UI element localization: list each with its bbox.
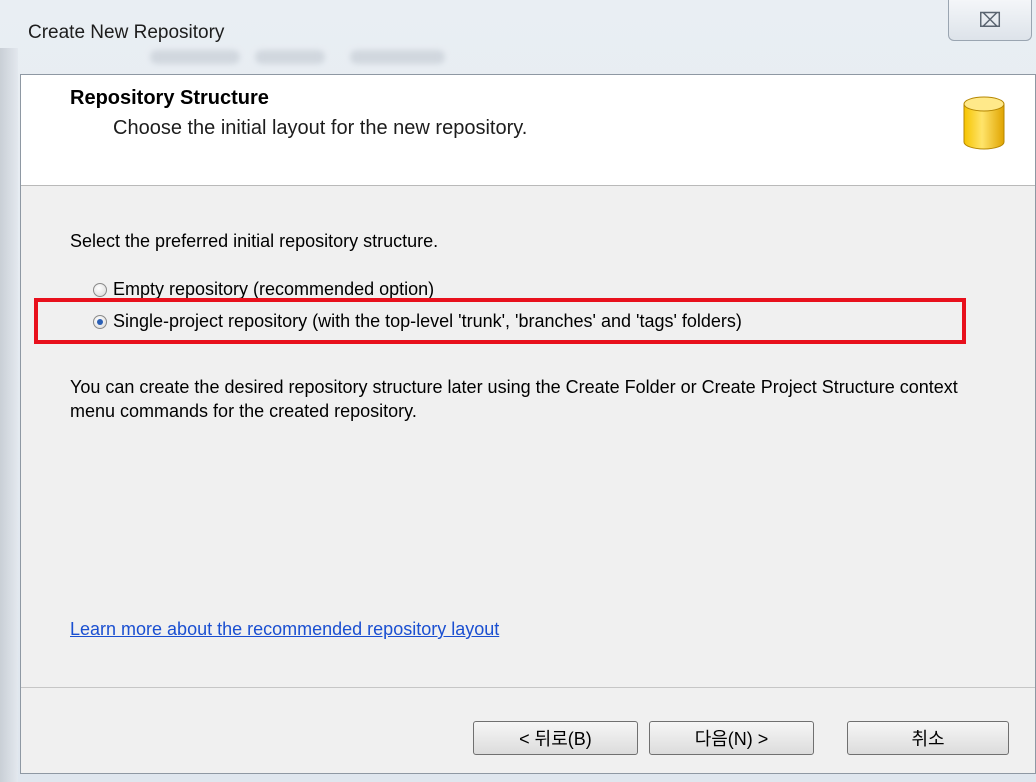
database-icon (963, 96, 1005, 150)
close-button[interactable]: ⌧ (948, 0, 1032, 41)
page-subtitle: Choose the initial layout for the new re… (113, 117, 528, 139)
learn-more-link[interactable]: Learn more about the recommended reposit… (70, 619, 499, 640)
radio-label: Single-project repository (with the top-… (113, 311, 742, 331)
next-button[interactable]: 다음(N) > (649, 721, 814, 755)
radio-label: Empty repository (recommended option) (113, 279, 435, 299)
wizard-header: Repository Structure Choose the initial … (21, 75, 1035, 186)
structure-note: You can create the desired repository st… (70, 377, 958, 421)
structure-prompt: Select the preferred initial repository … (70, 231, 439, 251)
back-button[interactable]: < 뒤로(B) (473, 721, 638, 755)
close-icon: ⌧ (978, 9, 1002, 32)
wizard-content: Select the preferred initial repository … (21, 185, 1035, 685)
title-bar: Create New Repository ⌧ (0, 0, 1036, 76)
radio-empty-repository[interactable]: Empty repository (recommended option) (93, 279, 434, 300)
wizard-dialog: Repository Structure Choose the initial … (20, 74, 1036, 774)
radio-button[interactable] (93, 282, 107, 297)
radio-button[interactable] (93, 314, 107, 329)
window-title: Create New Repository (28, 22, 225, 43)
background-window-edge (0, 48, 18, 782)
radio-single-project-repository[interactable]: Single-project repository (with the top-… (93, 311, 742, 332)
cancel-button[interactable]: 취소 (847, 721, 1009, 755)
page-title: Repository Structure (70, 87, 269, 109)
footer-divider (21, 687, 1035, 688)
